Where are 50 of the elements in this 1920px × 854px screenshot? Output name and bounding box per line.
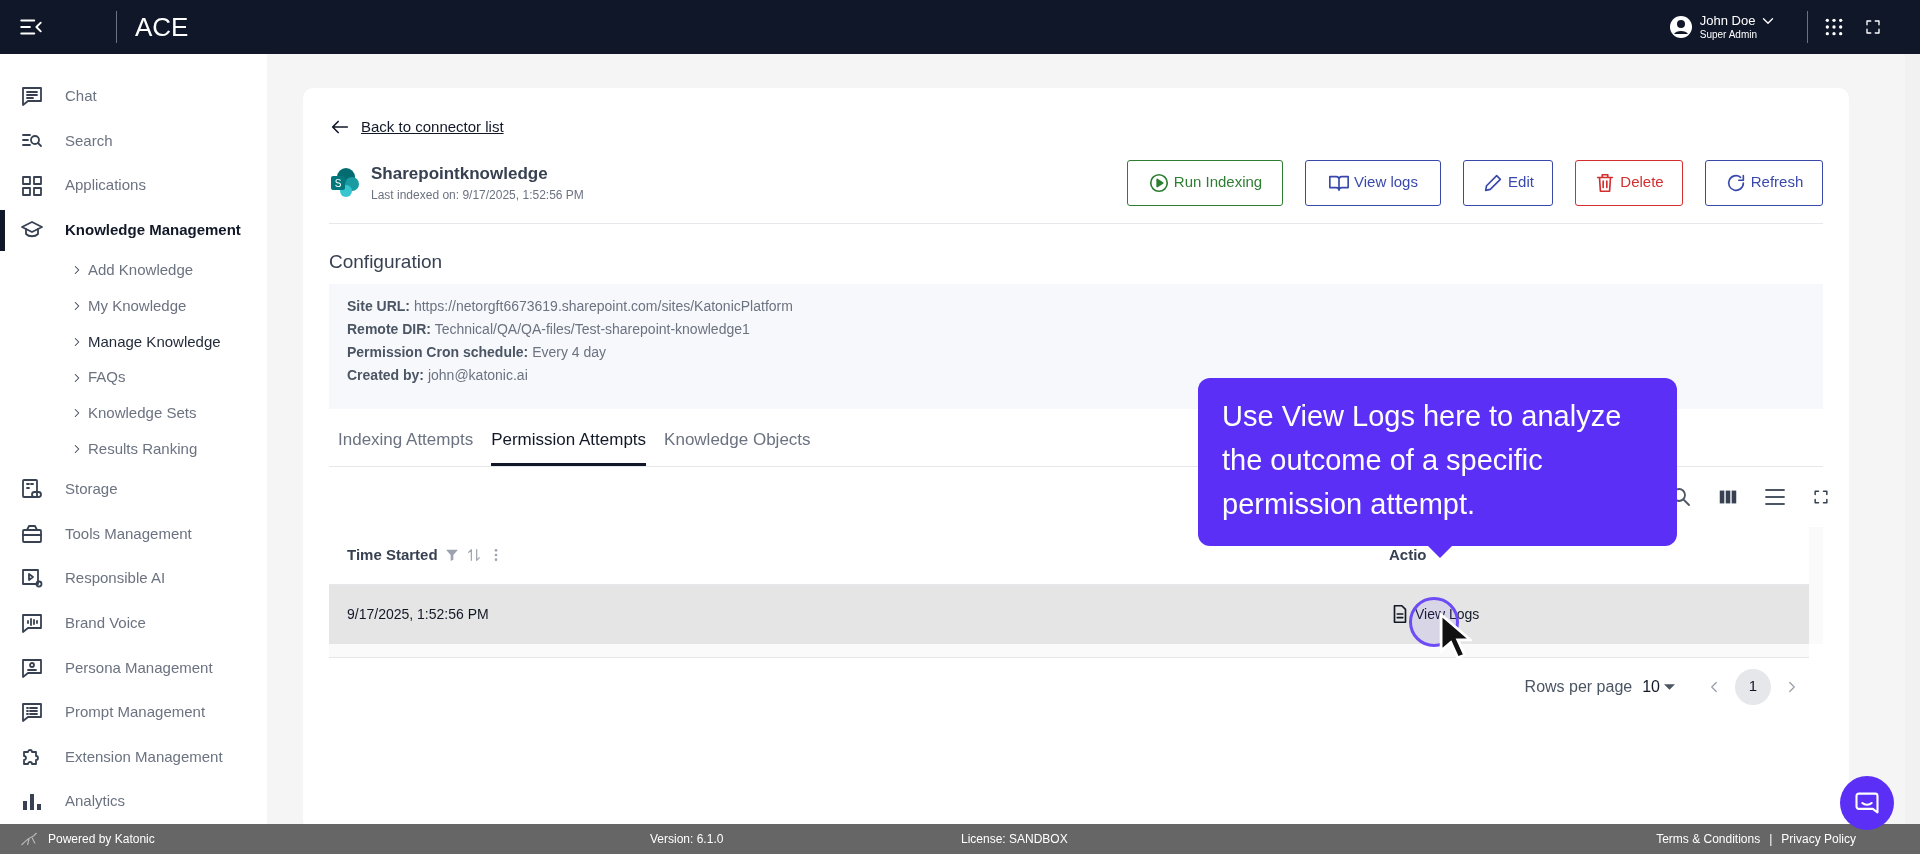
section-title: Configuration (329, 249, 443, 274)
rows-per-page-select[interactable]: 10 (1642, 674, 1675, 699)
back-link[interactable]: Back to connector list (361, 116, 504, 139)
tab[interactable]: Permission Attempts (491, 423, 647, 466)
config-field: Created by: john@katonic.ai (347, 366, 528, 385)
config-field: Site URL: https://netorgft6673619.sharepoint.com/sites/KatonicPlatform (347, 297, 793, 316)
tab[interactable]: Indexing Attempts (338, 423, 474, 466)
sidebar-item[interactable]: Search (0, 118, 267, 164)
sidebar-item[interactable]: Chat (0, 74, 267, 119)
terms-link[interactable]: Terms & Conditions (1656, 830, 1761, 848)
sidebar-item[interactable]: Tools Management (0, 511, 267, 557)
sidebar-item[interactable]: Brand Voice (0, 600, 267, 646)
config-field: Remote DIR: Technical/QA/QA-files/Test-sharepoint-knowledge1 (347, 320, 750, 339)
submenu-item[interactable]: Add Knowledge (0, 252, 267, 289)
column-header[interactable]: Time Started (347, 543, 438, 567)
view-logs-button[interactable]: View logs (1305, 159, 1441, 206)
app-title: ACE (135, 10, 189, 44)
submenu-item[interactable]: My Knowledge (0, 288, 267, 324)
license-text: License: SANDBOX (961, 831, 1068, 848)
rows-per-page-label: Rows per page (1524, 676, 1633, 697)
config-field: Permission Cron schedule: Every 4 day (347, 343, 607, 362)
refresh-button[interactable]: Refresh (1705, 159, 1823, 206)
run-indexing-button[interactable]: Run Indexing (1127, 159, 1283, 206)
table-cell: 9/17/2025, 1:52:56 PM (347, 606, 489, 622)
last-indexed-text: Last indexed on: 9/17/2025, 1:52:56 PM (371, 187, 584, 205)
sidebar-item[interactable]: Responsible AI (0, 556, 267, 601)
sidebar-item[interactable]: Extension Management (0, 734, 267, 780)
version-text: Version: 6.1.0 (650, 831, 724, 848)
edit-button[interactable]: Edit (1463, 159, 1553, 206)
submenu-item[interactable]: Manage Knowledge (0, 324, 267, 360)
sidebar-item[interactable]: Applications (0, 163, 267, 208)
sidebar-item[interactable]: Analytics (0, 779, 267, 824)
sidebar-item[interactable]: Knowledge Management (0, 207, 267, 253)
submenu-item[interactable]: Results Ranking (0, 431, 267, 467)
user-name[interactable]: John Doe (1699, 12, 1757, 29)
submenu-item[interactable]: Knowledge Sets (0, 395, 267, 432)
user-role: Super Admin (1699, 28, 1757, 42)
separator: | (1769, 831, 1773, 848)
connector-name: Sharepointknowledge (371, 162, 549, 185)
column-header[interactable]: Actio (1389, 543, 1427, 567)
sidebar-item[interactable]: Prompt Management (0, 690, 267, 735)
submenu-item[interactable]: FAQs (0, 359, 267, 396)
page-button[interactable]: 1 (1735, 668, 1771, 705)
tab[interactable]: Knowledge Objects (664, 423, 811, 466)
tooltip: Use View Logs here to analyze the outcome of a specific permission attempt. (1198, 378, 1677, 546)
sidebar-item[interactable]: Storage (0, 466, 267, 512)
privacy-link[interactable]: Privacy Policy (1781, 830, 1856, 848)
powered-by-text: Powered by Katonic (48, 831, 155, 848)
sidebar-item[interactable]: Persona Management (0, 645, 267, 691)
delete-button[interactable]: Delete (1575, 159, 1683, 206)
